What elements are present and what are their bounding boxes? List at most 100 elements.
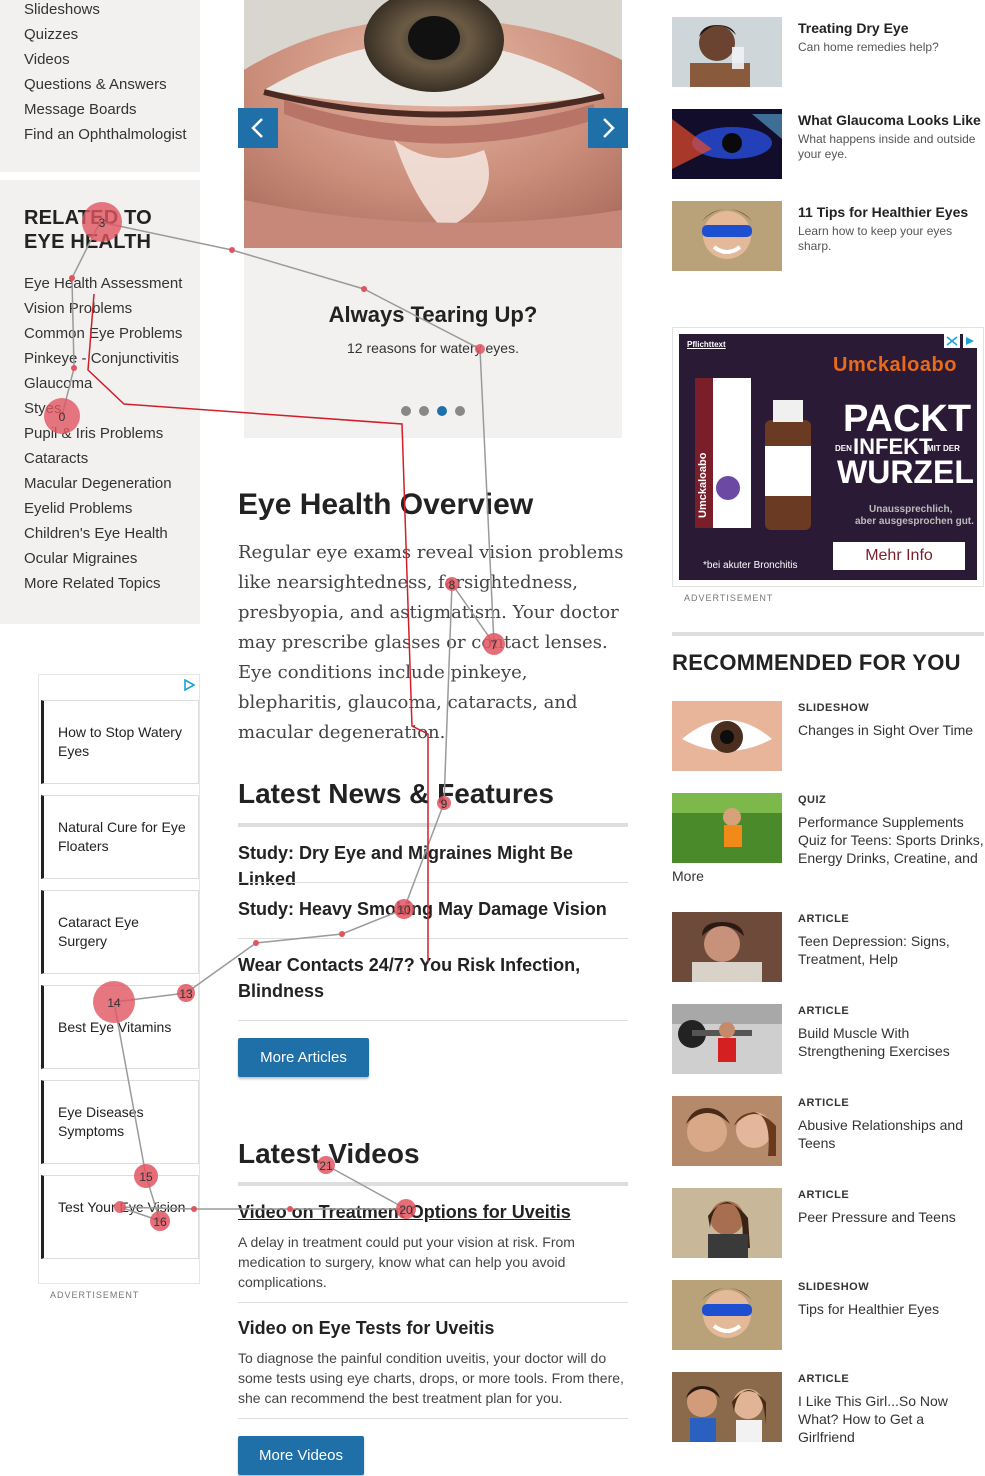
related-item[interactable]: Pinkeye - Conjunctivitis [24, 350, 179, 367]
ad-link[interactable]: Test Your Eye Vision [41, 1175, 199, 1259]
divider [238, 938, 628, 939]
story-thumbnail[interactable] [672, 17, 782, 87]
related-item[interactable]: Cataracts [24, 450, 88, 467]
rec-kind: ARTICLE [798, 1373, 850, 1385]
carousel-subtitle: 12 reasons for watery eyes. [347, 340, 519, 356]
rec-thumbnail[interactable] [672, 1372, 782, 1442]
rec-thumbnail[interactable] [672, 1004, 782, 1074]
overview-text: Regular eye exams reveal vision problems… [238, 542, 624, 743]
video-title[interactable]: Video on Eye Tests for Uveitis [238, 1318, 494, 1339]
ad-pflichttext[interactable]: Pflichttext [687, 340, 726, 349]
more-articles-button[interactable]: More Articles [238, 1038, 369, 1077]
rec-kind: QUIZ [798, 794, 827, 806]
carousel-dot-active[interactable] [437, 406, 447, 416]
rec-link[interactable]: Performance Supplements Quiz for Teens: … [798, 813, 984, 867]
news-item[interactable]: Study: Heavy Smoking May Damage Vision [238, 896, 630, 922]
rec-thumbnail[interactable] [672, 1096, 782, 1166]
nav-questions-answers[interactable]: Questions & Answers [24, 76, 167, 93]
adchoices-icon[interactable] [183, 679, 195, 691]
related-item[interactable]: Pupil & Iris Problems [24, 425, 163, 442]
nav-videos[interactable]: Videos [24, 51, 70, 68]
ad-link[interactable]: Eye Diseases Symptoms [41, 1080, 199, 1164]
ad-headline-1: PACKT [843, 398, 972, 440]
carousel-dot[interactable] [455, 406, 465, 416]
rec-link[interactable]: Teen Depression: Signs, Treatment, Help [798, 932, 984, 968]
nav-message-boards[interactable]: Message Boards [24, 101, 137, 118]
divider [238, 882, 628, 883]
story-thumbnail[interactable] [672, 201, 782, 271]
related-item[interactable]: Eyelid Problems [24, 500, 132, 517]
story-sub: Learn how to keep your eyes sharp. [798, 224, 953, 253]
related-item[interactable]: Children's Eye Health [24, 525, 168, 542]
ad-headline-small-2: MIT DER [927, 444, 960, 453]
ad-label: ADVERTISEMENT [50, 1290, 140, 1300]
video-desc: A delay in treatment could put your visi… [238, 1234, 575, 1290]
related-item-more[interactable]: More Related Topics [24, 575, 160, 592]
news-title: Latest News & Features [238, 778, 554, 809]
carousel-prev-button[interactable] [238, 108, 278, 148]
carousel-next-button[interactable] [588, 108, 628, 148]
nav-find-ophthalmologist[interactable]: Find an Ophthalmologist [24, 126, 187, 143]
rec-link[interactable]: Build Muscle With Strengthening Exercise… [798, 1024, 984, 1060]
divider [238, 1302, 628, 1303]
video-title[interactable]: Video on Treatment Options for Uveitis [238, 1202, 571, 1223]
related-item[interactable]: Common Eye Problems [24, 325, 182, 342]
ad-label: ADVERTISEMENT [684, 593, 774, 603]
rec-thumbnail[interactable] [672, 1280, 782, 1350]
ad-link[interactable]: Best Eye Vitamins [41, 985, 199, 1069]
story-thumbnail[interactable] [672, 109, 782, 179]
ad-headline-3: WURZEL [837, 454, 974, 490]
related-item[interactable]: Ocular Migraines [24, 550, 137, 567]
chevron-left-icon [251, 118, 263, 138]
rec-link[interactable]: Peer Pressure and Teens [798, 1208, 984, 1226]
divider [238, 1418, 628, 1419]
recommended-title: RECOMMENDED FOR YOU [672, 650, 961, 675]
ad-tagline-2: aber ausgesprochen gut. [855, 516, 974, 527]
story-title[interactable]: Treating Dry Eye [798, 20, 909, 36]
carousel-dot[interactable] [401, 406, 411, 416]
rec-link[interactable]: I Like This Girl...So Now What? How to G… [798, 1392, 984, 1446]
related-item[interactable]: Macular Degeneration [24, 475, 172, 492]
ad-link[interactable]: How to Stop Watery Eyes [41, 700, 199, 784]
news-item[interactable]: Wear Contacts 24/7? You Risk Infection, … [238, 952, 630, 1004]
ad-link[interactable]: Natural Cure for Eye Floaters [41, 795, 199, 879]
story-sub: Can home remedies help? [798, 40, 939, 54]
rec-thumbnail[interactable] [672, 701, 782, 771]
related-title: RELATED TO EYE HEALTH [24, 207, 152, 253]
carousel-image[interactable] [244, 0, 622, 248]
story-title[interactable]: 11 Tips for Healthier Eyes [798, 204, 968, 220]
related-item[interactable]: Styes [24, 400, 62, 417]
right-ad-block[interactable]: Pflichttext Umckaloabo Umckaloabo PACKT … [672, 327, 984, 587]
ad-tagline-1: Unaussprechlich, [869, 504, 953, 515]
rec-link[interactable]: Abusive Relationships and Teens [798, 1116, 984, 1152]
nav-slideshows[interactable]: Slideshows [24, 1, 100, 18]
rec-kind: ARTICLE [798, 1097, 850, 1109]
rec-kind: ARTICLE [798, 913, 850, 925]
more-videos-button[interactable]: More Videos [238, 1436, 364, 1475]
left-nav: Slideshows Quizzes Videos Questions & An… [0, 0, 200, 172]
carousel: Always Tearing Up? 12 reasons for watery… [238, 0, 628, 438]
overview-title: Eye Health Overview [238, 488, 534, 521]
videos-rule [238, 1182, 628, 1186]
videos-title: Latest Videos [238, 1138, 420, 1169]
rec-kind: ARTICLE [798, 1005, 850, 1017]
ad-cta-button[interactable]: Mehr Info [833, 547, 965, 565]
rec-link[interactable]: Changes in Sight Over Time [798, 721, 984, 739]
nav-quizzes[interactable]: Quizzes [24, 26, 78, 43]
rec-thumbnail[interactable] [672, 1188, 782, 1258]
related-item[interactable]: Glaucoma [24, 375, 92, 392]
news-item[interactable]: Study: Dry Eye and Migraines Might Be Li… [238, 840, 630, 892]
rec-kind: ARTICLE [798, 1189, 850, 1201]
ad-link[interactable]: Cataract Eye Surgery [41, 890, 199, 974]
rec-thumbnail[interactable] [672, 793, 782, 863]
rec-thumbnail[interactable] [672, 912, 782, 982]
rec-link[interactable]: Tips for Healthier Eyes [798, 1300, 984, 1318]
related-item[interactable]: Eye Health Assessment [24, 275, 182, 292]
carousel-title[interactable]: Always Tearing Up? [244, 302, 622, 328]
rec-link-more[interactable]: More [672, 867, 704, 885]
story-title[interactable]: What Glaucoma Looks Like [798, 112, 981, 128]
carousel-dot[interactable] [419, 406, 429, 416]
related-item[interactable]: Vision Problems [24, 300, 132, 317]
ad-box-brand: Umckaloabo [697, 452, 709, 518]
story-sub: What happens inside and outside your eye… [798, 132, 976, 161]
